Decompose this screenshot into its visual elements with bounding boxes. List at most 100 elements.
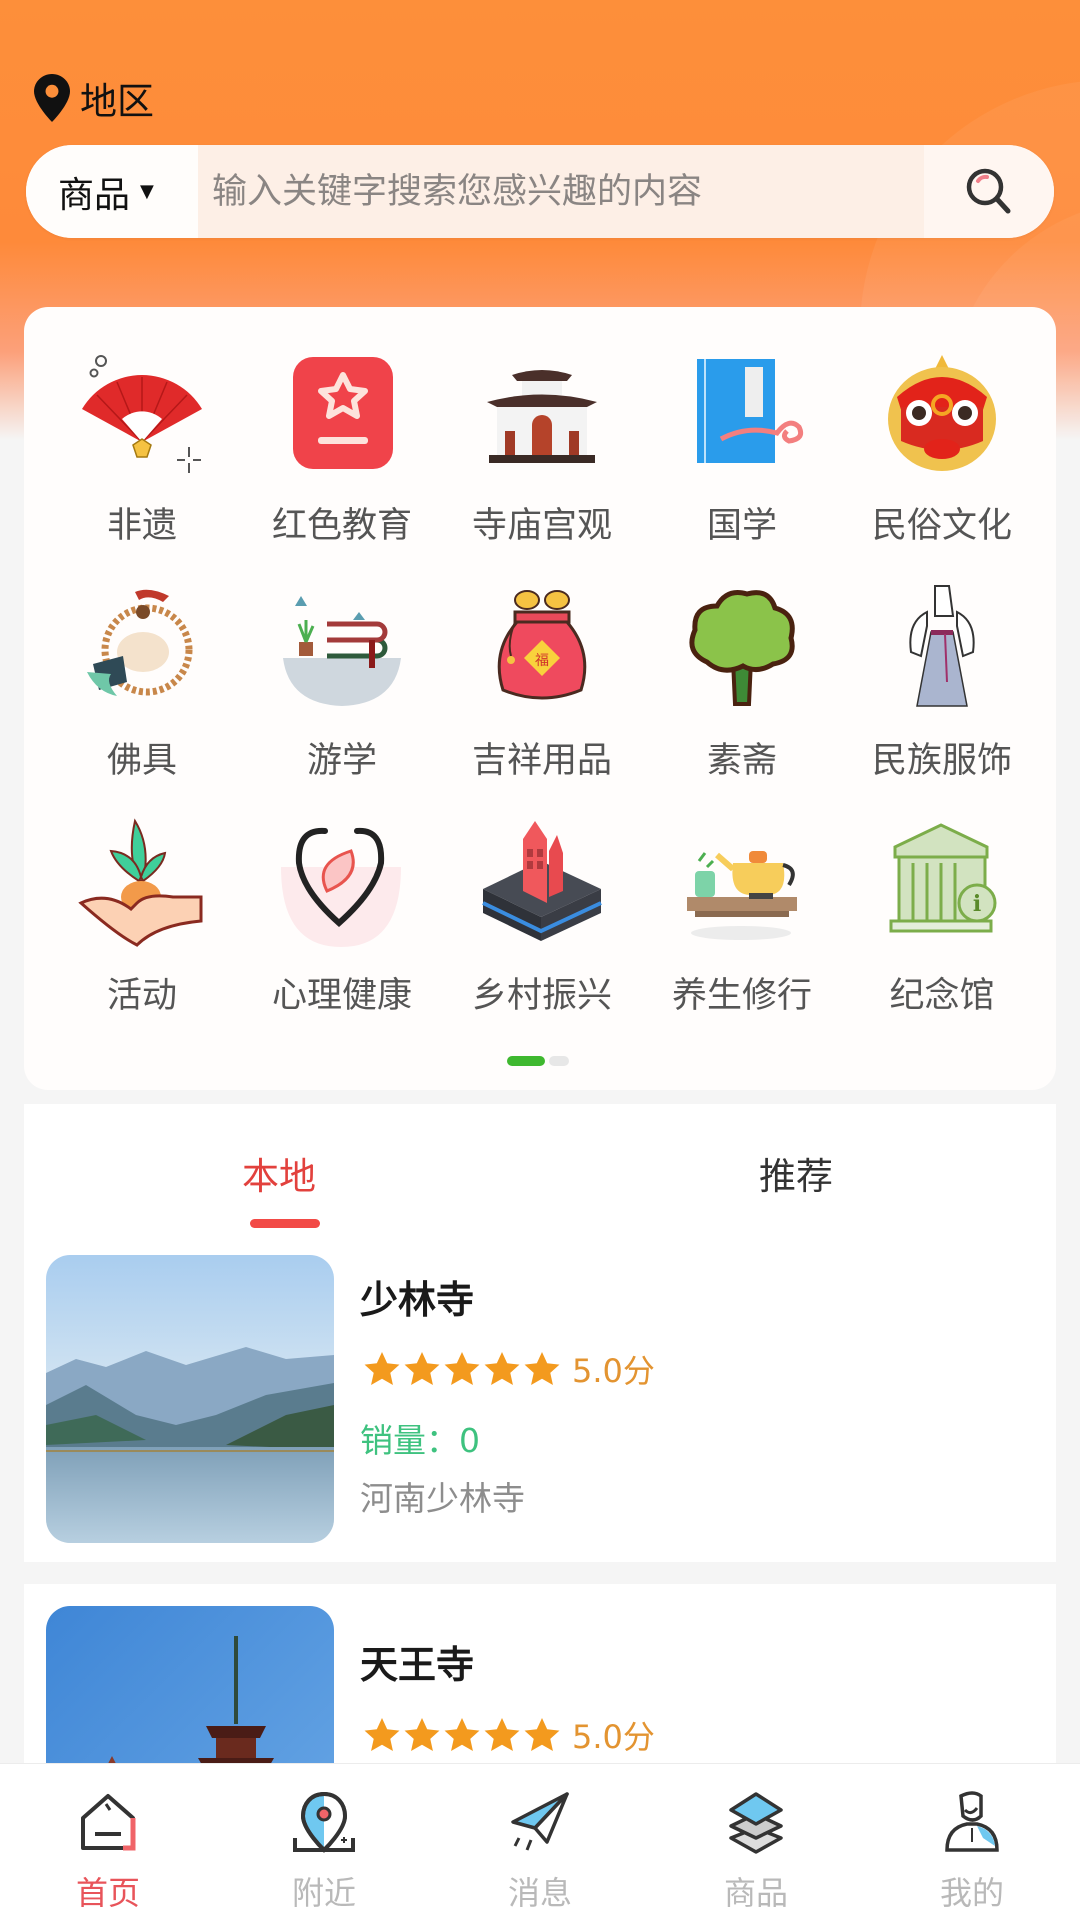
lake-mountains-photo bbox=[46, 1255, 334, 1543]
listing-rating: 5.0分 bbox=[364, 1346, 655, 1392]
category-label: 民族服饰 bbox=[871, 741, 1012, 781]
svg-text:福: 福 bbox=[535, 653, 549, 669]
sprout-in-hand-icon bbox=[78, 818, 203, 947]
tab-local[interactable]: 本地 bbox=[242, 1146, 316, 1200]
listing-tabs: 本地 推荐 bbox=[24, 1104, 1056, 1228]
nav-label: 首页 bbox=[75, 1874, 140, 1912]
category-rural-revival[interactable]: 乡村振兴 bbox=[442, 817, 642, 1052]
village-house-icon bbox=[482, 821, 602, 941]
location-pin-icon bbox=[293, 1791, 355, 1853]
red-star-book-icon bbox=[293, 357, 393, 469]
category-vegetarian[interactable]: 素斋 bbox=[642, 582, 842, 817]
category-label: 活动 bbox=[106, 976, 177, 1016]
location-selector[interactable]: 地区 bbox=[34, 72, 154, 124]
category-label: 乡村振兴 bbox=[471, 976, 612, 1016]
user-icon bbox=[945, 1791, 999, 1852]
category-memorial[interactable]: i 纪念馆 bbox=[842, 817, 1042, 1052]
folding-fan-icon bbox=[82, 355, 202, 473]
category-label: 民俗文化 bbox=[871, 506, 1012, 546]
category-buddhist-items[interactable]: 佛具 bbox=[42, 582, 242, 817]
temple-icon bbox=[487, 370, 597, 463]
category-label: 养生修行 bbox=[671, 976, 812, 1016]
location-label: 地区 bbox=[80, 80, 154, 123]
lion-dance-icon bbox=[888, 355, 996, 471]
nav-label: 我的 bbox=[939, 1874, 1004, 1912]
teapot-icon bbox=[687, 851, 797, 940]
listing-address: 河南少林寺 bbox=[360, 1479, 525, 1518]
star-icon bbox=[444, 1352, 480, 1385]
category-label: 吉祥用品 bbox=[471, 741, 612, 781]
search-category-label: 商品 bbox=[58, 174, 131, 216]
category-guoxue[interactable]: 国学 bbox=[642, 347, 842, 582]
listing-panel: 本地 推荐 少林寺 5.0分 销量：0 河南少林寺 bbox=[24, 1104, 1056, 1562]
lucky-bag-icon: 福 bbox=[497, 590, 587, 700]
star-icon bbox=[524, 1352, 560, 1385]
map-pin-icon bbox=[34, 74, 70, 122]
nav-products[interactable]: 商品 bbox=[648, 1764, 864, 1920]
nav-nearby[interactable]: 附近 bbox=[216, 1764, 432, 1920]
star-icon bbox=[484, 1718, 520, 1751]
category-label: 素斋 bbox=[706, 741, 777, 781]
search-button[interactable] bbox=[924, 145, 1054, 238]
category-auspicious[interactable]: 福 吉祥用品 bbox=[442, 582, 642, 817]
sales-count: 销量：0 bbox=[360, 1421, 480, 1460]
hanfu-dress-icon bbox=[909, 585, 975, 707]
star-icon bbox=[364, 1718, 400, 1751]
pager-dot-active[interactable] bbox=[507, 1056, 545, 1066]
tab-recommended[interactable]: 推荐 bbox=[759, 1146, 833, 1200]
category-study-tour[interactable]: 游学 bbox=[242, 582, 442, 817]
category-label: 红色教育 bbox=[271, 506, 412, 546]
search-input[interactable] bbox=[212, 171, 924, 212]
rating-score: 5.0分 bbox=[572, 1718, 655, 1756]
svg-text:i: i bbox=[973, 891, 981, 917]
category-pager[interactable] bbox=[507, 1056, 569, 1066]
star-icon bbox=[524, 1718, 560, 1751]
search-bar: 商品 ▼ bbox=[26, 145, 1054, 238]
nav-label: 附近 bbox=[291, 1874, 356, 1912]
star-rating bbox=[364, 1718, 560, 1752]
layers-icon bbox=[729, 1792, 783, 1854]
star-icon bbox=[404, 1718, 440, 1751]
home-icon bbox=[81, 1794, 136, 1851]
search-category-dropdown[interactable]: 商品 ▼ bbox=[26, 145, 198, 238]
category-health-cultivation[interactable]: 养生修行 bbox=[642, 817, 842, 1052]
category-label: 纪念馆 bbox=[889, 976, 995, 1016]
category-label: 非遗 bbox=[106, 506, 177, 546]
category-red-education[interactable]: 红色教育 bbox=[242, 347, 442, 582]
category-temples[interactable]: 寺庙宫观 bbox=[442, 347, 642, 582]
category-feiyi[interactable]: 非遗 bbox=[42, 347, 242, 582]
star-icon bbox=[404, 1352, 440, 1385]
nav-home[interactable]: 首页 bbox=[0, 1764, 216, 1920]
nav-profile[interactable]: 我的 bbox=[864, 1764, 1080, 1920]
paper-plane-icon bbox=[511, 1792, 569, 1851]
category-label: 国学 bbox=[706, 506, 777, 546]
star-icon bbox=[364, 1352, 400, 1385]
search-icon bbox=[966, 168, 1011, 213]
nav-label: 消息 bbox=[507, 1874, 572, 1912]
category-label: 佛具 bbox=[106, 741, 177, 781]
bottom-nav: 首页 附近 消息 商品 我的 bbox=[0, 1763, 1080, 1920]
memorial-hall-icon: i bbox=[889, 823, 997, 933]
rating-score: 5.0分 bbox=[572, 1352, 655, 1390]
category-activities[interactable]: 活动 bbox=[42, 817, 242, 1052]
category-mental-health[interactable]: 心理健康 bbox=[242, 817, 442, 1052]
listing-panel-2: 天王寺 5.0分 bbox=[24, 1584, 1056, 1764]
tab-active-indicator bbox=[250, 1219, 320, 1228]
listing-name: 天王寺 bbox=[360, 1643, 475, 1687]
classic-book-icon bbox=[697, 359, 804, 463]
pager-dot[interactable] bbox=[549, 1056, 569, 1066]
category-ethnic-costume[interactable]: 民族服饰 bbox=[842, 582, 1042, 817]
caret-down-icon: ▼ bbox=[140, 181, 154, 202]
category-grid-card: 非遗 红色教育 寺庙宫观 国学 民俗文化 佛具 游学 福 吉祥用品 素斋 民族服… bbox=[24, 307, 1056, 1090]
heart-leaf-icon bbox=[281, 827, 401, 947]
star-rating bbox=[364, 1352, 560, 1386]
category-folk-culture[interactable]: 民俗文化 bbox=[842, 347, 1042, 582]
category-label: 游学 bbox=[306, 741, 377, 781]
prayer-beads-icon bbox=[87, 589, 193, 696]
listing-name: 少林寺 bbox=[360, 1278, 475, 1322]
nav-messages[interactable]: 消息 bbox=[432, 1764, 648, 1920]
study-tour-icon bbox=[283, 596, 401, 706]
pagoda-photo bbox=[46, 1606, 334, 1764]
nav-label: 商品 bbox=[723, 1874, 788, 1912]
category-label: 寺庙宫观 bbox=[471, 506, 612, 546]
